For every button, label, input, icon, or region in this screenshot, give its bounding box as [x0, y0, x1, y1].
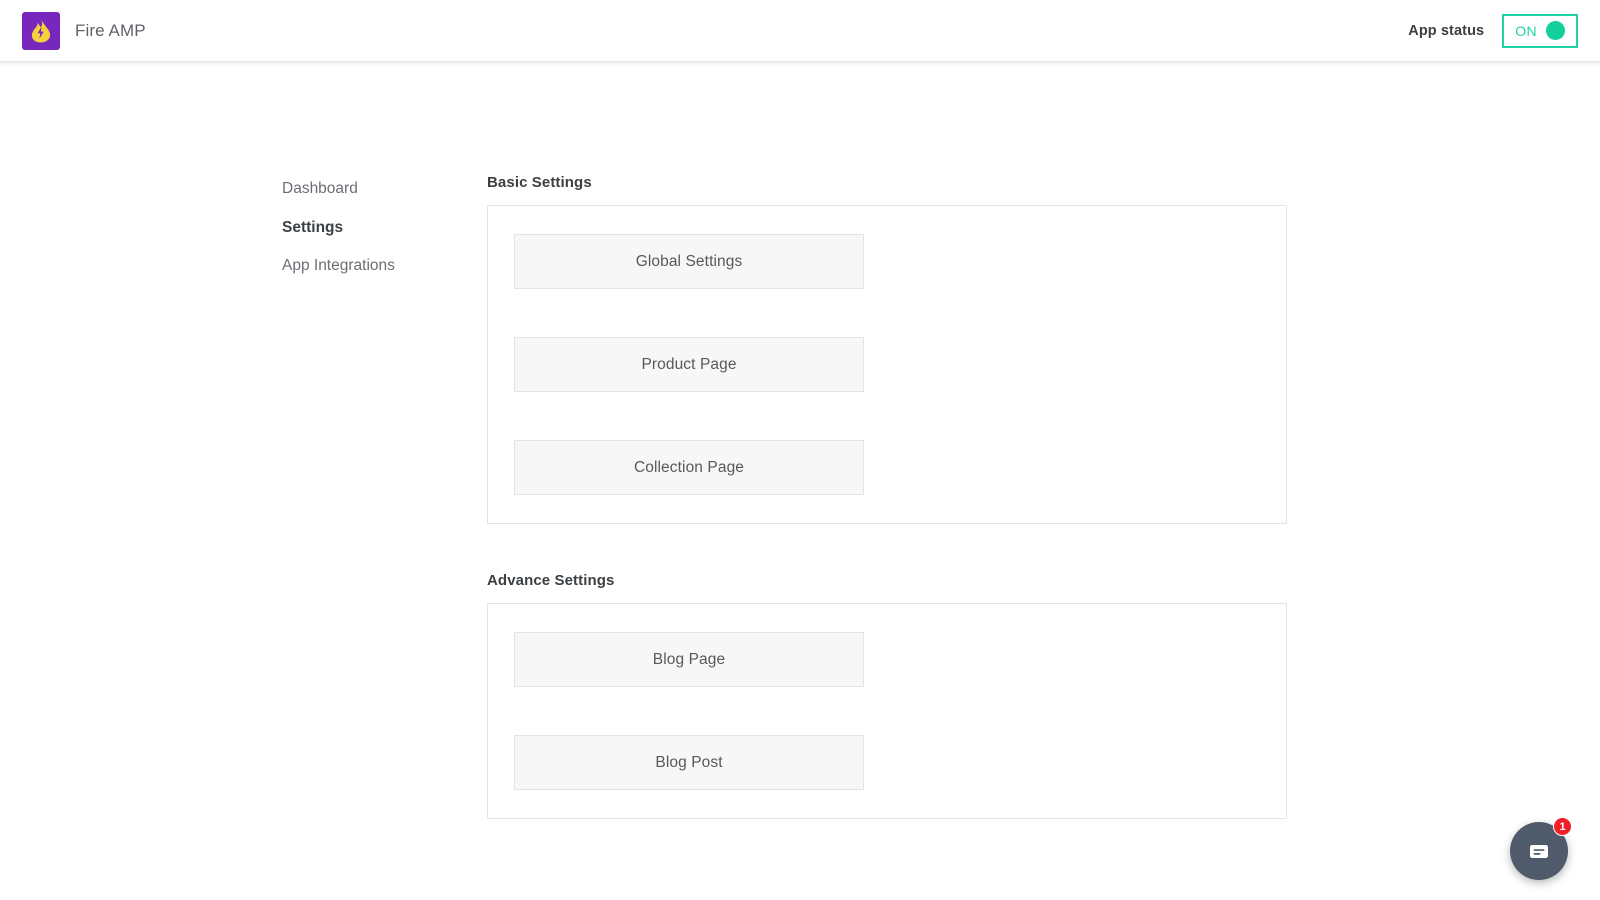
- sidebar-item-app-integrations[interactable]: App Integrations: [282, 257, 472, 276]
- chat-launcher-button[interactable]: 1: [1510, 822, 1568, 880]
- chat-unread-badge: 1: [1553, 817, 1572, 836]
- sidebar-item-settings[interactable]: Settings: [282, 219, 472, 238]
- sidebar-nav: Dashboard Settings App Integrations: [282, 180, 472, 296]
- section-title-advance-settings: Advance Settings: [487, 572, 1287, 589]
- tile-label: Product Page: [641, 356, 736, 374]
- toggle-knob-icon: [1546, 21, 1565, 40]
- sidebar-item-label: App Integrations: [282, 257, 395, 274]
- app-status-toggle[interactable]: ON: [1502, 14, 1578, 48]
- tile-product-page[interactable]: Product Page: [514, 337, 864, 392]
- sidebar-item-dashboard[interactable]: Dashboard: [282, 180, 472, 199]
- app-status-label: App status: [1408, 23, 1484, 39]
- advance-settings-tiles: Blog Page Blog Post: [514, 632, 1260, 790]
- basic-settings-card: Global Settings Product Page Collection …: [487, 205, 1287, 524]
- settings-content: Basic Settings Global Settings Product P…: [487, 174, 1287, 819]
- app-logo: [22, 12, 60, 50]
- basic-settings-tiles: Global Settings Product Page Collection …: [514, 234, 1260, 495]
- section-spacer: [487, 524, 1287, 572]
- section-title-basic-settings: Basic Settings: [487, 174, 1287, 191]
- app-status-toggle-text: ON: [1515, 23, 1537, 39]
- tile-label: Collection Page: [634, 459, 744, 477]
- tile-blog-page[interactable]: Blog Page: [514, 632, 864, 687]
- tile-label: Blog Post: [655, 754, 722, 772]
- tile-blog-post[interactable]: Blog Post: [514, 735, 864, 790]
- tile-global-settings[interactable]: Global Settings: [514, 234, 864, 289]
- flame-bolt-icon: [30, 19, 52, 43]
- sidebar-item-label: Dashboard: [282, 180, 358, 197]
- app-name: Fire AMP: [75, 21, 146, 41]
- sidebar-item-label: Settings: [282, 219, 343, 236]
- tile-label: Global Settings: [636, 253, 743, 271]
- app-status-control: App status ON: [1408, 14, 1578, 48]
- page-body: Dashboard Settings App Integrations Basi…: [0, 62, 1600, 900]
- tile-collection-page[interactable]: Collection Page: [514, 440, 864, 495]
- app-header: Fire AMP App status ON: [0, 0, 1600, 62]
- brand: Fire AMP: [22, 12, 146, 50]
- advance-settings-card: Blog Page Blog Post: [487, 603, 1287, 819]
- tile-label: Blog Page: [653, 651, 725, 669]
- chat-message-icon: [1526, 838, 1552, 864]
